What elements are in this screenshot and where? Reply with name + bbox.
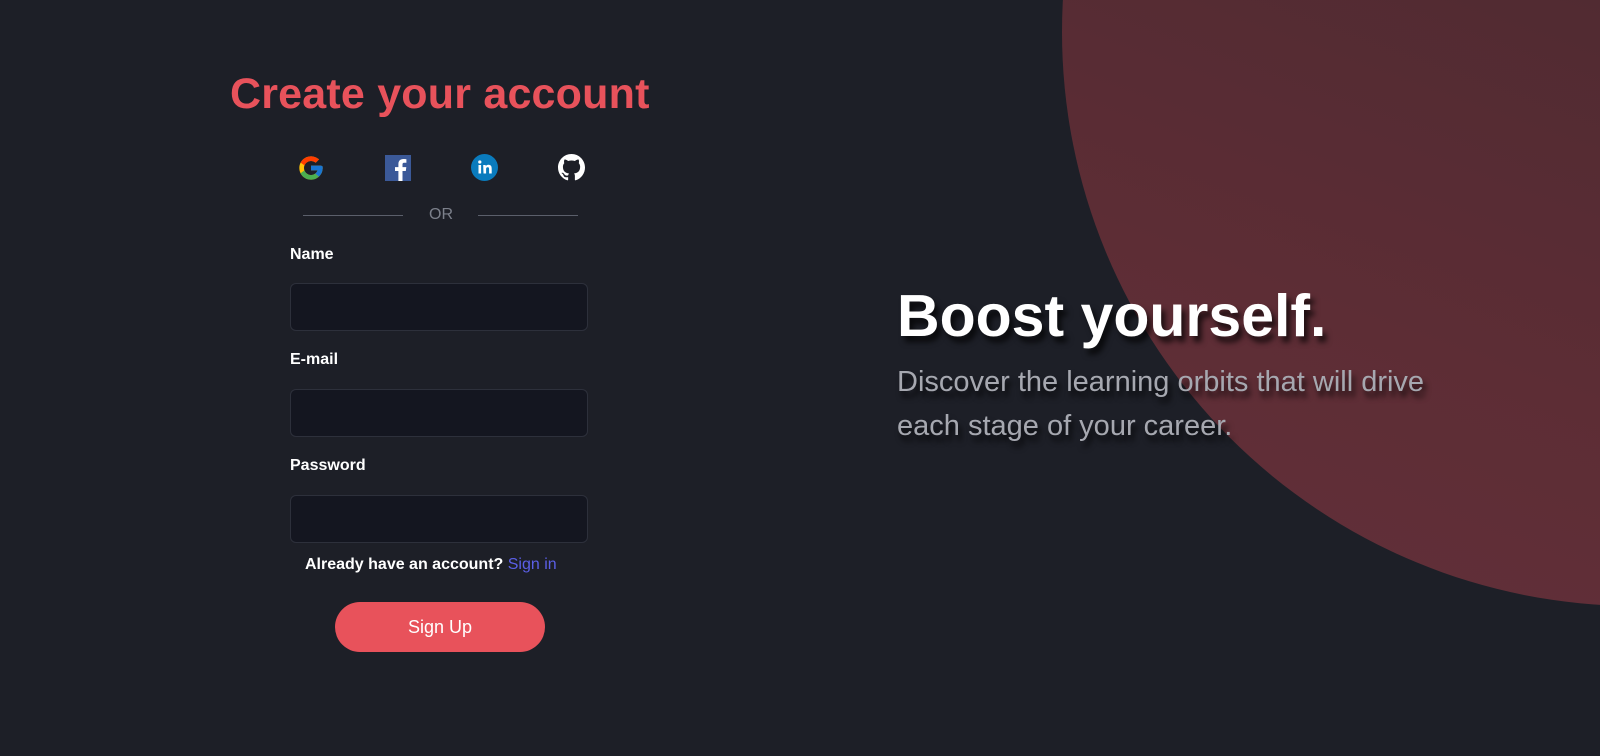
hero-title: Boost yourself.	[897, 283, 1327, 349]
google-login-button[interactable]	[296, 155, 326, 185]
already-text: Already have an account?	[305, 556, 504, 573]
google-icon	[297, 154, 325, 187]
name-label: Name	[290, 246, 334, 263]
linkedin-login-button[interactable]	[469, 154, 499, 186]
social-login-row	[296, 154, 586, 187]
github-icon	[557, 154, 585, 186]
hero-subtitle: Discover the learning orbits that will d…	[897, 366, 1425, 442]
password-field[interactable]	[290, 495, 588, 543]
divider-text: OR	[429, 206, 453, 223]
github-login-button[interactable]	[556, 154, 586, 186]
email-field[interactable]	[290, 389, 588, 437]
signup-page: Create your account OR Name E-mail Passw…	[0, 0, 1600, 756]
or-divider: OR	[303, 205, 578, 227]
divider-line-left	[303, 215, 403, 216]
facebook-login-button[interactable]	[383, 154, 413, 186]
sign-up-button[interactable]: Sign Up	[335, 602, 545, 652]
divider-line-right	[478, 215, 578, 216]
facebook-icon	[385, 154, 411, 186]
linkedin-icon	[470, 154, 498, 186]
sign-in-link[interactable]: Sign in	[508, 556, 557, 573]
name-field[interactable]	[290, 283, 588, 331]
already-have-account: Already have an account? Sign in	[305, 556, 557, 574]
email-label: E-mail	[290, 351, 339, 368]
form-title: Create your account	[230, 70, 650, 118]
password-label: Password	[290, 457, 366, 474]
